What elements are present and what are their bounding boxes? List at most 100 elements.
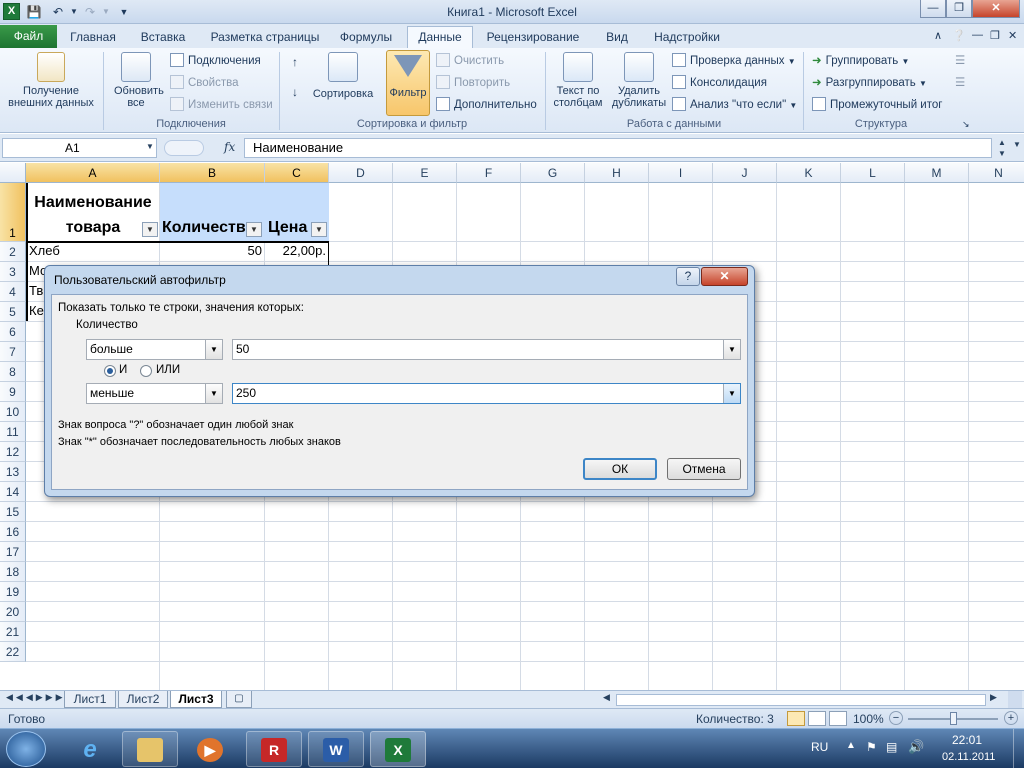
taskbar-foxit[interactable]: R [246,731,302,767]
column-header-l[interactable]: L [841,163,905,183]
column-header-i[interactable]: I [649,163,713,183]
data-validation-button[interactable]: Проверка данных ▼ [672,52,796,70]
taskbar-ie[interactable]: e [62,731,118,767]
row-header-1[interactable]: 1 [0,183,26,242]
workbook-restore-icon[interactable]: ❐ [990,29,1000,42]
tab-review[interactable]: Рецензирование [479,28,587,48]
horizontal-scrollbar[interactable] [616,694,986,706]
sheet-tab-3[interactable]: Лист3 [170,691,222,708]
column-header-j[interactable]: J [713,163,777,183]
row-header-8[interactable]: 8 [0,362,26,382]
group-button[interactable]: ➜ Группировать ▼ [812,52,909,70]
cancel-button[interactable]: Отмена [667,458,741,480]
zoom-slider-thumb[interactable] [950,712,957,725]
row-header-16[interactable]: 16 [0,522,26,542]
zoom-level[interactable]: 100% [853,712,884,726]
cell-a1-line1[interactable]: Наименование [28,191,158,215]
taskbar-excel[interactable]: X [370,731,426,767]
consolidate-button[interactable]: Консолидация [672,74,767,92]
filter-button[interactable]: Фильтр [386,50,430,116]
row-header-3[interactable]: 3 [0,262,26,282]
formula-bar-handle[interactable] [164,140,204,156]
sort-button[interactable]: Сортировка [308,52,378,100]
action-center-icon[interactable]: ⚑ [866,740,877,754]
row-header-2[interactable]: 2 [0,242,26,262]
row-header-10[interactable]: 10 [0,402,26,422]
column-header-d[interactable]: D [329,163,393,183]
page-layout-view-icon[interactable] [808,711,826,726]
clock-date[interactable]: 02.11.2011 [942,751,995,763]
column-header-a[interactable]: A [26,163,160,183]
tab-data[interactable]: Данные [407,26,473,48]
name-box[interactable]: A1 [2,138,157,158]
row-header-20[interactable]: 20 [0,602,26,622]
ungroup-button[interactable]: ➜ Разгруппировать ▼ [812,74,927,92]
ok-button[interactable]: ОК [583,458,657,480]
close-button[interactable]: ✕ [972,0,1020,18]
advanced-button[interactable]: Дополнительно [436,96,537,114]
or-radio-label[interactable]: ИЛИ [156,364,180,376]
filter-dropdown-icon[interactable]: ▼ [142,222,158,237]
tab-view[interactable]: Вид [596,28,638,48]
tab-file[interactable]: Файл [0,25,57,48]
column-header-m[interactable]: M [905,163,969,183]
text-to-columns-button[interactable]: Текст по столбцам [549,52,607,109]
row-header-15[interactable]: 15 [0,502,26,522]
tab-home[interactable]: Главная [64,28,122,48]
column-header-c[interactable]: C [265,163,329,183]
column-header-h[interactable]: H [585,163,649,183]
chevron-down-icon[interactable]: ▼ [205,340,222,359]
operator1-select[interactable]: больше ▼ [86,339,223,360]
chevron-down-icon[interactable]: ▼ [723,340,740,359]
get-external-data-button[interactable]: Получение внешних данных [2,52,100,109]
sheet-tab-2[interactable]: Лист2 [118,691,168,708]
column-header-b[interactable]: B [160,163,265,183]
refresh-all-button[interactable]: Обновить все [106,52,166,109]
zoom-out-icon[interactable]: − [889,711,903,725]
row-header-19[interactable]: 19 [0,582,26,602]
workbook-minimize-icon[interactable]: — [972,29,983,41]
and-radio-label[interactable]: И [119,364,127,376]
minimize-ribbon-icon[interactable]: ∧ [934,29,942,42]
start-button-icon[interactable] [6,731,46,767]
sheet-tab-1[interactable]: Лист1 [64,691,116,708]
operator2-select[interactable]: меньше ▼ [86,383,223,404]
filter-dropdown-icon[interactable]: ▼ [311,222,327,237]
subtotal-button[interactable]: Промежуточный итог [812,96,942,114]
column-header-e[interactable]: E [393,163,457,183]
row-header-4[interactable]: 4 [0,282,26,302]
cell-c1[interactable]: Цена [268,216,310,240]
row-header-11[interactable]: 11 [0,422,26,442]
column-header-f[interactable]: F [457,163,521,183]
connections-button[interactable]: Подключения [170,52,261,70]
formula-input[interactable]: Наименование [244,138,992,158]
row-header-22[interactable]: 22 [0,642,26,662]
expand-formula-bar-icon[interactable]: ▲ ▼ [995,137,1009,159]
volume-icon[interactable]: 🔊 [908,739,924,755]
row-header-7[interactable]: 7 [0,342,26,362]
value1-input[interactable]: 50 ▼ [232,339,741,360]
page-break-view-icon[interactable] [829,711,847,726]
row-header-12[interactable]: 12 [0,442,26,462]
formula-scroll-icon[interactable]: ▼ [1013,140,1021,149]
row-header-21[interactable]: 21 [0,622,26,642]
sheet-nav-arrows-icon[interactable]: ◀◀◀▶▶▶ [6,692,66,703]
tab-formulas[interactable]: Формулы [333,28,399,48]
sort-az-button[interactable]: ↑ [284,56,306,68]
language-indicator[interactable]: RU [811,740,828,754]
row-header-17[interactable]: 17 [0,542,26,562]
dialog-close-icon[interactable]: ✕ [701,267,748,286]
show-desktop-button[interactable] [1013,729,1024,769]
or-radio[interactable] [140,365,152,377]
row-header-13[interactable]: 13 [0,462,26,482]
network-icon[interactable]: ▤ [886,740,897,754]
and-radio[interactable] [104,365,116,377]
select-all-corner[interactable] [0,163,26,183]
row-header-14[interactable]: 14 [0,482,26,502]
help-icon[interactable]: ❔ [952,29,966,42]
clock-time[interactable]: 22:01 [952,733,982,747]
tab-page-layout[interactable]: Разметка страницы [205,28,325,48]
tab-insert[interactable]: Вставка [133,28,193,48]
taskbar-word[interactable]: W [308,731,364,767]
filter-dropdown-icon[interactable]: ▼ [246,222,262,237]
